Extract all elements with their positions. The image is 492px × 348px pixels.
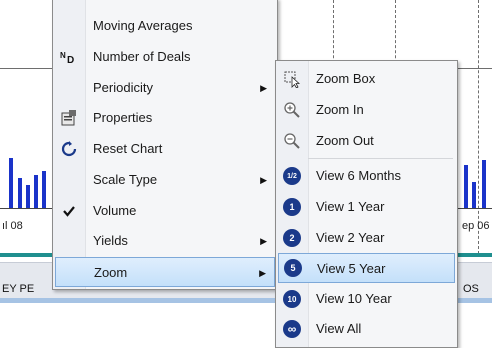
menu-item-label: Zoom Out [316, 133, 374, 148]
menu-item-label: Scale Type [93, 172, 158, 187]
menu-item-label: Moving Averages [93, 18, 193, 33]
volume-bar [482, 160, 486, 208]
menu-item-properties[interactable]: Properties [53, 103, 277, 133]
menu-item-label: View 6 Months [316, 168, 402, 183]
zoom-submenu: Zoom Box Zoom In Zoom Out 1/2 View 6 Mon… [275, 60, 458, 348]
chart-context-menu: Moving Averages ND Number of Deals Perio… [52, 0, 278, 290]
menu-item-zoom-box[interactable]: Zoom Box [276, 64, 457, 94]
menu-item-view-5-year[interactable]: 5 View 5 Year [278, 253, 455, 283]
view-all-icon: ∞ [276, 314, 308, 344]
volume-bar [42, 171, 46, 208]
menu-item-label: Zoom Box [316, 71, 376, 86]
menu-item-label: View 2 Year [316, 230, 385, 245]
menu-item-number-of-deals[interactable]: ND Number of Deals [53, 42, 277, 72]
menu-item-moving-averages[interactable]: Moving Averages [53, 11, 277, 41]
menu-item-label: View 10 Year [316, 291, 392, 306]
menu-item-view-6-months[interactable]: 1/2 View 6 Months [276, 161, 457, 191]
view-5-year-icon: 5 [277, 253, 309, 283]
zoom-box-icon [276, 64, 308, 94]
menu-item-label: Reset Chart [93, 141, 163, 156]
menu-item-view-2-year[interactable]: 2 View 2 Year [276, 223, 457, 253]
menu-item-view-1-year[interactable]: 1 View 1 Year [276, 192, 457, 222]
view-10-year-icon: 10 [276, 284, 308, 314]
panel-toolbar-text: OS [463, 283, 479, 295]
volume-bar [464, 165, 468, 208]
volume-bar [9, 158, 13, 208]
menu-item-label: Zoom [94, 265, 128, 280]
panel-toolbar-text: EY PE [2, 283, 35, 295]
check-icon [53, 196, 85, 226]
menu-item-reset-chart[interactable]: Reset Chart [53, 134, 277, 164]
menu-separator [308, 158, 453, 159]
axis-label-left: ıl 08 [2, 220, 23, 232]
menu-item-label: View 1 Year [316, 199, 385, 214]
menu-item-label: Periodicity [93, 80, 153, 95]
menu-item-label: Yields [93, 233, 128, 248]
reset-chart-icon [53, 134, 85, 164]
submenu-arrow-icon: ▶ [260, 83, 267, 93]
menu-item-label: Properties [93, 110, 153, 125]
menu-item-label: Zoom In [316, 102, 364, 117]
axis-label-right: ep 06 [462, 220, 490, 232]
view-6-months-icon: 1/2 [276, 161, 308, 191]
zoom-out-icon [276, 126, 308, 156]
svg-text:N: N [60, 51, 66, 60]
menu-item-view-10-year[interactable]: 10 View 10 Year [276, 284, 457, 314]
menu-item-label: Number of Deals [93, 49, 191, 64]
submenu-arrow-icon: ▶ [259, 268, 266, 278]
menu-item-zoom-out[interactable]: Zoom Out [276, 126, 457, 156]
menu-item-zoom-in[interactable]: Zoom In [276, 95, 457, 125]
menu-item-view-all[interactable]: ∞ View All [276, 314, 457, 344]
submenu-arrow-icon: ▶ [260, 175, 267, 185]
volume-bar [18, 178, 22, 208]
menu-item-periodicity[interactable]: Periodicity ▶ [53, 73, 277, 103]
volume-bar [472, 182, 476, 208]
zoom-in-icon [276, 95, 308, 125]
submenu-arrow-icon: ▶ [260, 236, 267, 246]
properties-icon [53, 103, 85, 133]
menu-item-zoom[interactable]: Zoom ▶ [55, 257, 275, 287]
view-2-year-icon: 2 [276, 223, 308, 253]
menu-item-label: View All [316, 321, 362, 336]
number-of-deals-icon: ND [53, 42, 85, 72]
menu-item-yields[interactable]: Yields ▶ [53, 226, 277, 256]
svg-text:D: D [67, 55, 74, 64]
view-1-year-icon: 1 [276, 192, 308, 222]
menu-item-volume[interactable]: Volume [53, 196, 277, 226]
volume-bar [34, 175, 38, 208]
menu-item-scale-type[interactable]: Scale Type ▶ [53, 165, 277, 195]
volume-bar [26, 185, 30, 208]
menu-item-label: View 5 Year [317, 261, 386, 276]
menu-item-label: Volume [93, 203, 137, 218]
